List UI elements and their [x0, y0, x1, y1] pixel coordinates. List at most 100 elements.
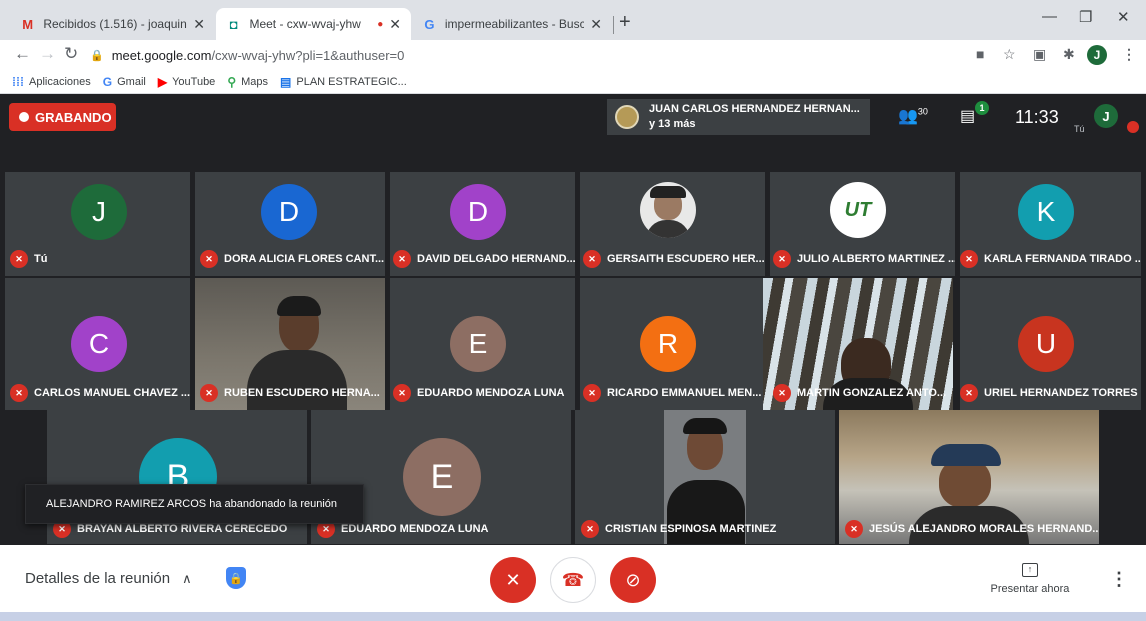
participant-name-text: RUBEN ESCUDERO HERNA...	[224, 387, 380, 399]
new-tab-icon[interactable]: +	[619, 11, 631, 34]
recording-dot-icon: ●	[377, 18, 384, 30]
participant-tile[interactable]: J ✕ Tú	[5, 172, 190, 276]
participant-name: ✕ JULIO ALBERTO MARTINEZ ...	[773, 250, 955, 268]
star-icon[interactable]: ☆	[1003, 46, 1016, 63]
bookmark-maps[interactable]: ⚲ Maps	[227, 75, 268, 89]
participant-video-tile[interactable]: ✕ MARTIN GONZALEZ ANTO...	[763, 278, 953, 410]
participant-tile[interactable]: K ✕ KARLA FERNANDA TIRADO ...	[960, 172, 1141, 276]
bookmark-plan[interactable]: ▤ PLAN ESTRATEGIC...	[280, 75, 407, 89]
presenter-chip[interactable]: JUAN CARLOS HERNANDEZ HERNAN... y 13 más	[607, 99, 870, 135]
participant-name: ✕ CARLOS MANUEL CHAVEZ ...	[10, 384, 190, 402]
presenter-avatar	[615, 105, 639, 129]
participant-tile[interactable]: ✕ GERSAITH ESCUDERO HER...	[580, 172, 765, 276]
window-close-icon[interactable]: ✕	[1117, 8, 1130, 26]
forward-icon[interactable]: →	[39, 44, 56, 64]
participant-tile[interactable]: E ✕ EDUARDO MENDOZA LUNA	[390, 278, 575, 410]
participant-tile[interactable]: D ✕ DORA ALICIA FLORES CANT...	[195, 172, 385, 276]
participant-name: ✕ Tú	[10, 250, 47, 268]
recording-badge: GRABANDO	[9, 103, 116, 131]
bottom-strip	[0, 612, 1146, 621]
tab-title: impermeabilizantes - Buscar con	[444, 17, 585, 31]
participant-name: ✕ MARTIN GONZALEZ ANTO...	[773, 384, 946, 402]
muted-mic-icon: ✕	[200, 384, 218, 402]
document-icon: ▤	[280, 74, 292, 89]
end-call-button[interactable]: ☎	[550, 557, 596, 603]
muted-mic-icon: ✕	[10, 384, 28, 402]
avatar: U	[1018, 316, 1074, 372]
presenter-more: y 13 más	[649, 118, 696, 130]
muted-mic-icon: ✕	[773, 384, 791, 402]
participant-tile[interactable]: UT ✕ JULIO ALBERTO MARTINEZ ...	[770, 172, 955, 276]
chat-icon[interactable]: ▤	[960, 106, 975, 126]
puzzle-icon[interactable]: ✱	[1063, 46, 1075, 63]
participant-name-text: DAVID DELGADO HERNAND...	[417, 253, 575, 265]
participant-name: ✕ GERSAITH ESCUDERO HER...	[583, 250, 765, 268]
tab-title: Recibidos (1.516) - joaquin.alvare	[43, 17, 187, 31]
muted-mic-icon	[1127, 121, 1139, 133]
participant-video-tile[interactable]: ✕ CRISTIAN ESPINOSA MARTINEZ	[575, 410, 835, 544]
restore-icon[interactable]: ❐	[1079, 8, 1092, 26]
tab-gmail[interactable]: M Recibidos (1.516) - joaquin.alvare ✕	[10, 8, 215, 40]
muted-mic-icon: ✕	[583, 250, 601, 268]
apps-grid-icon: ⁞⁞⁞	[12, 74, 24, 89]
participant-name-text: JESÚS ALEJANDRO MORALES HERNAND...	[869, 523, 1099, 535]
present-now-label: Presentar ahora	[990, 583, 1070, 595]
back-icon[interactable]: ←	[14, 44, 31, 64]
extension-icon[interactable]: ▣	[1033, 46, 1046, 63]
close-icon[interactable]: ✕	[590, 16, 602, 33]
participant-video-tile[interactable]: ✕ JESÚS ALEJANDRO MORALES HERNAND...	[839, 410, 1099, 544]
present-screen-icon: ↑	[1022, 563, 1038, 577]
participant-tile[interactable]: C ✕ CARLOS MANUEL CHAVEZ ...	[5, 278, 190, 410]
camera-icon[interactable]: ■	[976, 46, 984, 62]
participant-name: ✕ CRISTIAN ESPINOSA MARTINEZ	[581, 520, 776, 538]
avatar[interactable]: J	[1087, 45, 1107, 65]
participant-tile[interactable]: R ✕ RICARDO EMMANUEL MEN...	[580, 278, 765, 410]
close-icon[interactable]: ✕	[193, 16, 205, 33]
bookmark-apps[interactable]: ⁞⁞⁞ Aplicaciones	[12, 75, 91, 89]
participant-name-text: RICARDO EMMANUEL MEN...	[607, 387, 762, 399]
browser-toolbar: ← → ↻ 🔒 meet.google.com/cxw-wvaj-yhw?pli…	[0, 40, 1146, 70]
participant-name: ✕ JESÚS ALEJANDRO MORALES HERNAND...	[845, 520, 1099, 538]
address-bar[interactable]: 🔒 meet.google.com/cxw-wvaj-yhw?pli=1&aut…	[90, 42, 960, 68]
participant-name-text: JULIO ALBERTO MARTINEZ ...	[797, 253, 955, 265]
people-icon[interactable]: 👥30	[898, 106, 928, 126]
avatar: K	[1018, 184, 1074, 240]
mic-toggle-button[interactable]: ✕	[490, 557, 536, 603]
muted-mic-icon: ✕	[960, 250, 978, 268]
bookmark-youtube[interactable]: ▶ YouTube	[158, 75, 215, 89]
participant-name: ✕ DAVID DELGADO HERNAND...	[393, 250, 575, 268]
avatar[interactable]: J	[1094, 104, 1118, 128]
close-icon[interactable]: ✕	[389, 16, 401, 33]
meet-icon: ◘	[229, 16, 238, 32]
avatar-photo	[640, 182, 696, 238]
participant-tile[interactable]: D ✕ DAVID DELGADO HERNAND...	[390, 172, 575, 276]
url-host: meet.google.com	[111, 47, 212, 63]
muted-mic-icon: ✕	[583, 384, 601, 402]
avatar: J	[71, 184, 127, 240]
participant-tile[interactable]: U ✕ URIEL HERNANDEZ TORRES	[960, 278, 1141, 410]
shield-icon[interactable]: 🔒	[226, 567, 246, 589]
recording-label: GRABANDO	[35, 109, 112, 125]
tab-meet[interactable]: ◘ Meet - cxw-wvaj-yhw ● ✕	[216, 8, 411, 40]
more-options-icon[interactable]: ⋮	[1110, 569, 1128, 590]
gmail-icon: M	[22, 16, 34, 32]
self-label: Tú	[1074, 124, 1085, 134]
participant-video-tile[interactable]: ✕ RUBEN ESCUDERO HERNA...	[195, 278, 385, 410]
camera-toggle-button[interactable]: ⊘	[610, 557, 656, 603]
meeting-details-button[interactable]: Detalles de la reunión ∧	[25, 570, 192, 587]
avatar: D	[450, 184, 506, 240]
meeting-details-label: Detalles de la reunión	[25, 570, 171, 587]
muted-mic-icon: ✕	[200, 250, 218, 268]
participant-name-text: KARLA FERNANDA TIRADO ...	[984, 253, 1141, 265]
google-icon: G	[102, 74, 113, 89]
menu-icon[interactable]: ⋮	[1122, 46, 1136, 63]
lock-icon: 🔒	[90, 49, 104, 62]
bookmark-gmail[interactable]: G Gmail	[103, 75, 146, 89]
minimize-icon[interactable]: —	[1042, 8, 1057, 25]
reload-icon[interactable]: ↻	[64, 44, 78, 64]
participant-name-text: EDUARDO MENDOZA LUNA	[341, 523, 489, 535]
bookmark-label: Maps	[241, 75, 269, 88]
participants-count: 30	[917, 106, 928, 117]
present-now-button[interactable]: ↑ Presentar ahora	[985, 563, 1075, 595]
tab-search[interactable]: G impermeabilizantes - Buscar con ✕	[412, 8, 612, 40]
